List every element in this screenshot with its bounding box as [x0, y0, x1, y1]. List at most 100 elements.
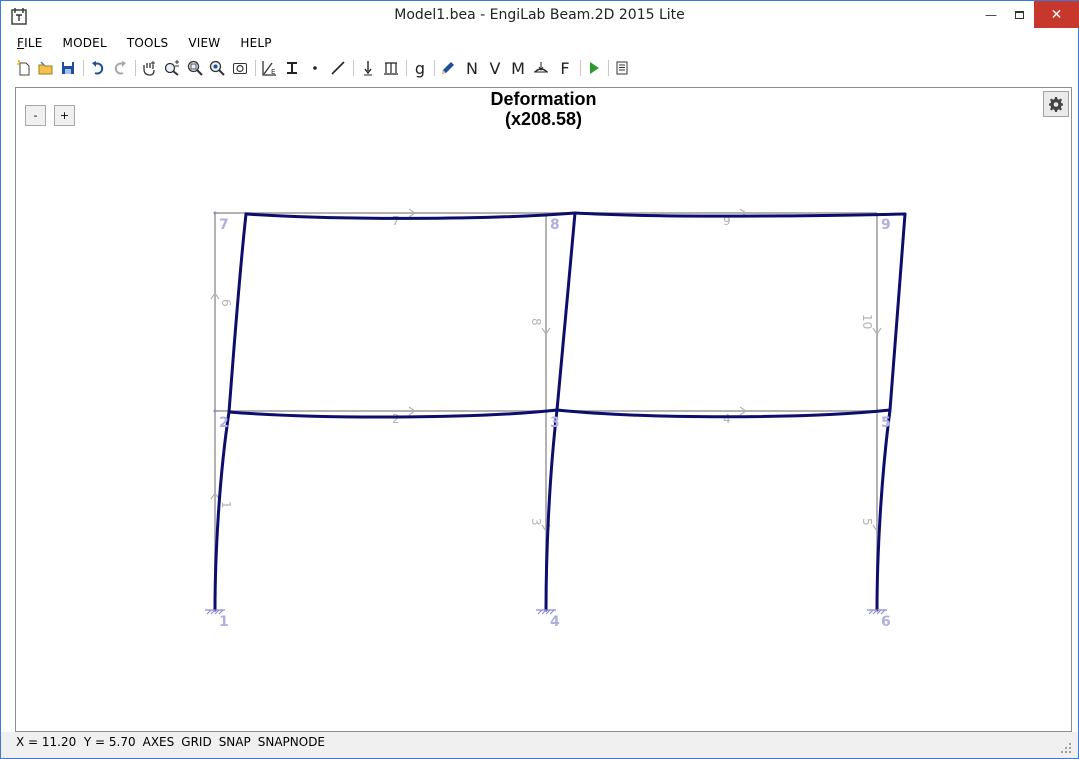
node-label-1: 1: [219, 614, 229, 630]
window-title: Model1.bea - EngiLab Beam.2D 2015 Lite: [394, 7, 685, 23]
deformation-icon: [534, 62, 548, 73]
zoom-window-icon: [187, 60, 203, 76]
element-label-10: 10: [860, 314, 874, 329]
app-window: Model1.bea - EngiLab Beam.2D 2015 Lite —…: [0, 0, 1079, 759]
add-node-button[interactable]: [305, 58, 325, 78]
pan-button[interactable]: [139, 58, 159, 78]
title-bar[interactable]: Model1.bea - EngiLab Beam.2D 2015 Lite —…: [1, 1, 1079, 32]
frame-model-view: 1 2 3 4 5 6 7 8 9 10 1 2 3 4 5 6 7 8 9: [205, 208, 907, 630]
toolbar-separator: [135, 60, 136, 76]
report-icon: [616, 61, 628, 75]
pan-hand-icon: [143, 61, 155, 76]
zoom-extents-icon: [209, 60, 225, 76]
new-file-button[interactable]: [14, 58, 34, 78]
undo-button[interactable]: [88, 58, 108, 78]
zoom-fit-button[interactable]: [230, 58, 250, 78]
deformed-element-10: [888, 212, 907, 412]
run-analysis-button[interactable]: [584, 58, 604, 78]
maximize-button[interactable]: [1006, 1, 1032, 28]
menu-file[interactable]: FILE: [17, 34, 43, 54]
menu-tools[interactable]: TOOLS: [127, 34, 169, 54]
menu-model-label: MODEL: [62, 36, 107, 50]
resize-grip-icon[interactable]: [1060, 742, 1072, 754]
status-bar: X = 11.20 Y = 5.70 AXES GRID SNAP SNAPNODE: [1, 732, 1078, 758]
zoom-window-button[interactable]: [185, 58, 205, 78]
snapnode-toggle[interactable]: SNAPNODE: [258, 735, 325, 749]
toolbar-separator: [83, 60, 84, 76]
zoom-extents-button[interactable]: [207, 58, 227, 78]
toolbar-separator: [255, 60, 256, 76]
close-icon: ✕: [1050, 6, 1063, 23]
zoom-plus-minus-icon: [164, 60, 179, 76]
toolbar-separator: [353, 60, 354, 76]
reactions-button[interactable]: F: [555, 58, 575, 78]
menu-model[interactable]: MODEL: [63, 34, 107, 54]
menu-file-label: ILE: [24, 36, 43, 50]
toolbar-separator: [406, 60, 407, 76]
open-file-button[interactable]: [36, 58, 56, 78]
maximize-icon: [1014, 10, 1024, 19]
supports: [205, 609, 887, 615]
toolbar-separator: [434, 60, 435, 76]
new-file-icon: [17, 60, 30, 76]
toolbar: E g N V M F: [12, 57, 1072, 79]
menu-help[interactable]: HELP: [240, 34, 271, 54]
edit-button[interactable]: [438, 58, 458, 78]
grid-toggle[interactable]: GRID: [181, 735, 211, 749]
node-label-8: 8: [550, 217, 560, 233]
gravity-button[interactable]: g: [410, 58, 430, 78]
zoom-in-out-button[interactable]: [162, 58, 182, 78]
svg-text:E: E: [271, 68, 275, 76]
report-button[interactable]: [612, 58, 632, 78]
element-label-1: 1: [219, 501, 233, 509]
node-labels: 1 2 3 4 5 6 7 8 9: [219, 217, 891, 630]
snap-toggle[interactable]: SNAP: [219, 735, 251, 749]
minimize-button[interactable]: —: [977, 1, 1005, 28]
sections-button[interactable]: [282, 58, 302, 78]
deformed-element-3: [544, 408, 559, 612]
distributed-load-button[interactable]: [381, 58, 401, 78]
deformation-button[interactable]: [531, 58, 551, 78]
shear-force-button[interactable]: V: [485, 58, 505, 78]
deformed-element-1: [213, 410, 231, 612]
element-label-6: 6: [219, 299, 233, 307]
cursor-coordinates: X = 11.20 Y = 5.70: [16, 735, 136, 749]
pencil-icon: [442, 62, 454, 74]
deformed-element-8: [555, 211, 577, 412]
deformed-element-6: [227, 212, 248, 414]
save-button[interactable]: [58, 58, 78, 78]
node-label-4: 4: [550, 614, 560, 630]
node-label-2: 2: [219, 415, 229, 431]
node-label-3: 3: [550, 415, 560, 431]
menu-tools-label: TOOLS: [126, 36, 169, 50]
drawing-canvas[interactable]: - + Deformation (x208.58) 1 2 3 4 5 6 7 …: [15, 87, 1072, 732]
axial-force-button[interactable]: N: [462, 58, 482, 78]
node-label-5: 5: [881, 415, 891, 431]
redo-icon: [114, 61, 126, 75]
element-label-5: 5: [860, 518, 874, 526]
toolbar-separator: [580, 60, 581, 76]
bending-moment-button[interactable]: M: [508, 58, 528, 78]
undo-icon: [92, 61, 104, 75]
node-label-9: 9: [881, 217, 891, 233]
node-label-6: 6: [881, 614, 891, 630]
materials-button[interactable]: E: [259, 58, 279, 78]
close-button[interactable]: ✕: [1034, 1, 1079, 28]
play-icon: [590, 62, 599, 74]
axes-toggle[interactable]: AXES: [143, 735, 175, 749]
save-icon: [62, 62, 74, 74]
open-folder-icon: [38, 61, 53, 75]
nodal-load-button[interactable]: [358, 58, 378, 78]
deformed-element-5: [875, 408, 892, 612]
reactions-f-icon: F: [560, 58, 570, 78]
element-label-4: 4: [723, 412, 731, 426]
node-marker-2: [213, 409, 217, 413]
bending-moment-m-icon: M: [511, 58, 525, 78]
node-label-7: 7: [219, 217, 229, 233]
minimize-icon: —: [985, 7, 997, 22]
add-element-button[interactable]: [328, 58, 348, 78]
element-label-7: 7: [392, 214, 400, 228]
status-content: X = 11.20 Y = 5.70 AXES GRID SNAP SNAPNODE: [16, 735, 332, 749]
menu-view[interactable]: VIEW: [188, 34, 220, 54]
redo-button[interactable]: [110, 58, 130, 78]
